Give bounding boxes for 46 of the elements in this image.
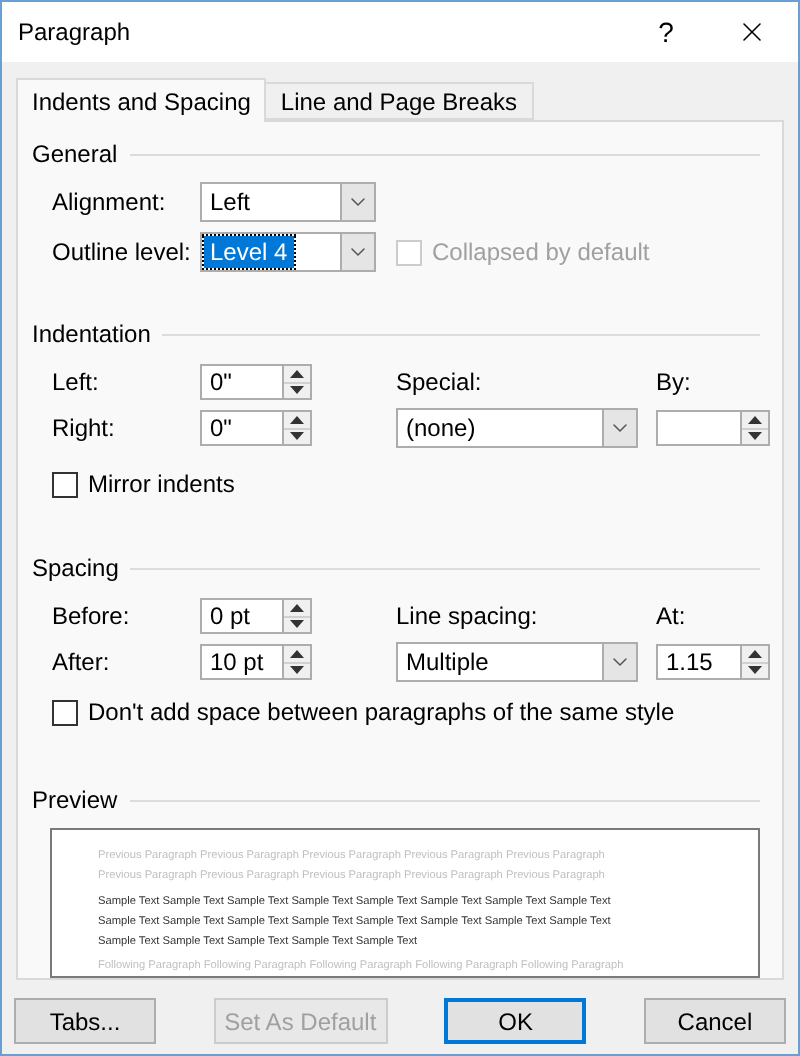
window-title: Paragraph: [18, 16, 133, 50]
spin-up-icon[interactable]: [742, 412, 768, 427]
help-button[interactable]: ?: [626, 2, 706, 62]
spin-field[interactable]: 10 pt: [200, 644, 312, 680]
dropdown[interactable]: Left: [200, 182, 376, 222]
spin-up-icon[interactable]: [284, 646, 310, 661]
field-label: Alignment:: [52, 186, 168, 220]
checkbox-label: Collapsed by default: [432, 236, 650, 270]
spin-up-icon[interactable]: [742, 646, 768, 661]
field-label: By:: [656, 366, 693, 400]
dropdown-value: (none): [404, 412, 478, 444]
group-heading: Spacing: [32, 552, 119, 586]
checkbox[interactable]: [52, 699, 78, 725]
spin-field[interactable]: 0": [200, 364, 312, 400]
field-label: Outline level:: [52, 236, 193, 270]
spin-up-icon[interactable]: [284, 412, 310, 427]
spin-field[interactable]: [656, 410, 770, 446]
spin-field[interactable]: 1.15: [656, 644, 770, 680]
field-label: Before:: [52, 600, 132, 634]
spin-field[interactable]: 0": [200, 410, 312, 446]
spin-field[interactable]: 0 pt: [200, 598, 312, 634]
dropdown-value: Level 4: [204, 236, 294, 268]
dropdown[interactable]: Multiple: [396, 642, 638, 682]
dropdown-value: Left: [208, 186, 253, 218]
field-label: Line spacing:: [396, 600, 540, 634]
dropdown[interactable]: (none): [396, 408, 638, 448]
tab[interactable]: Line and Page Breaks: [264, 82, 534, 120]
checkbox-label: Don't add space between paragraphs of the same style: [88, 696, 675, 730]
checkbox-label: Mirror indents: [88, 468, 235, 502]
checkbox[interactable]: [52, 471, 78, 497]
dialog-button[interactable]: Tabs...: [14, 998, 156, 1044]
dialog-button[interactable]: Cancel: [643, 998, 786, 1044]
field-label: After:: [52, 646, 112, 680]
group-heading: Indentation: [32, 318, 151, 352]
field-label: Special:: [396, 366, 484, 400]
group-heading: General: [32, 138, 118, 172]
spin-up-icon[interactable]: [284, 600, 310, 615]
group-heading: Preview: [32, 784, 118, 818]
spin-up-icon[interactable]: [284, 366, 310, 381]
dropdown[interactable]: Level 4: [200, 232, 376, 272]
field-label: Left:: [52, 366, 101, 400]
field-label: Right:: [52, 412, 117, 446]
tab[interactable]: Indents and Spacing: [16, 78, 267, 122]
field-label: At:: [656, 600, 688, 634]
dropdown-value: Multiple: [404, 646, 491, 678]
dialog-button[interactable]: OK: [444, 998, 587, 1044]
